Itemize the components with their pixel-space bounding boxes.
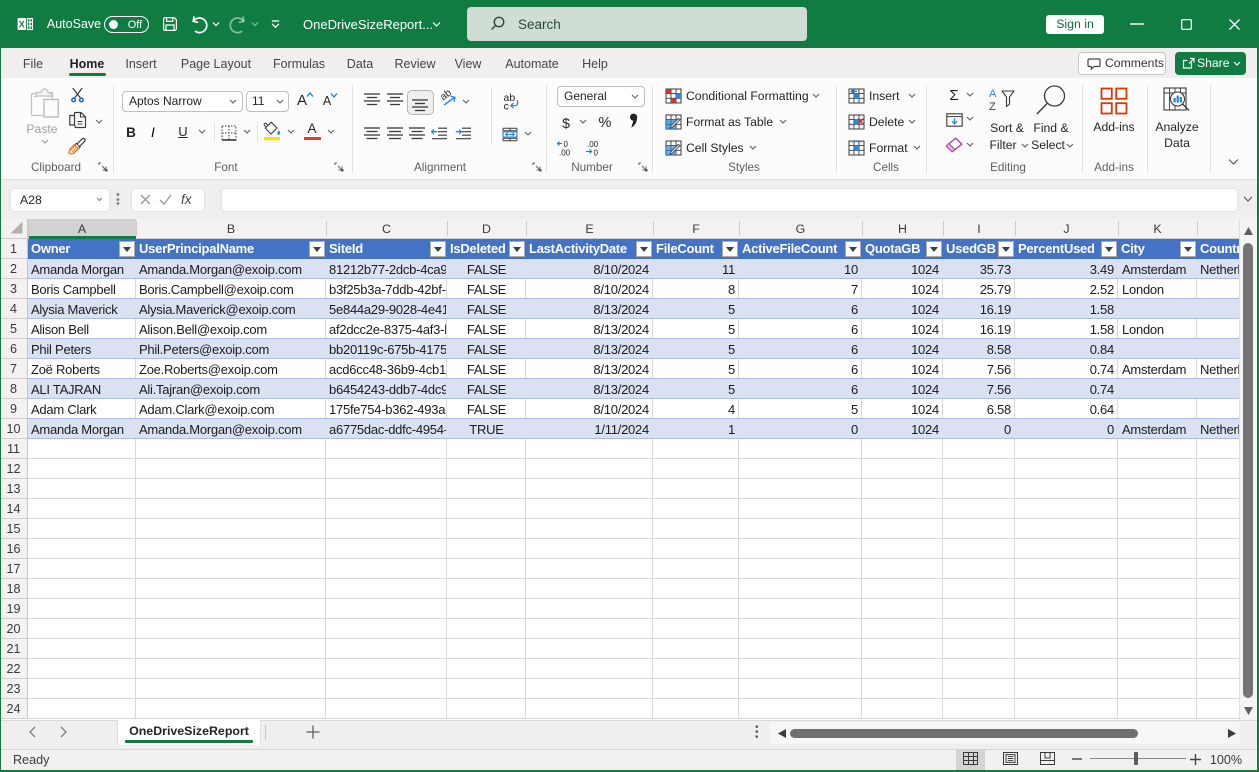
svg-text:c: c: [504, 101, 509, 113]
svg-text:A: A: [989, 88, 997, 100]
svg-text:0: 0: [594, 149, 599, 158]
svg-text:ab: ab: [438, 87, 454, 103]
svg-text:X: X: [19, 19, 25, 29]
svg-text:Z: Z: [989, 101, 996, 113]
svg-text:.00: .00: [559, 149, 571, 158]
